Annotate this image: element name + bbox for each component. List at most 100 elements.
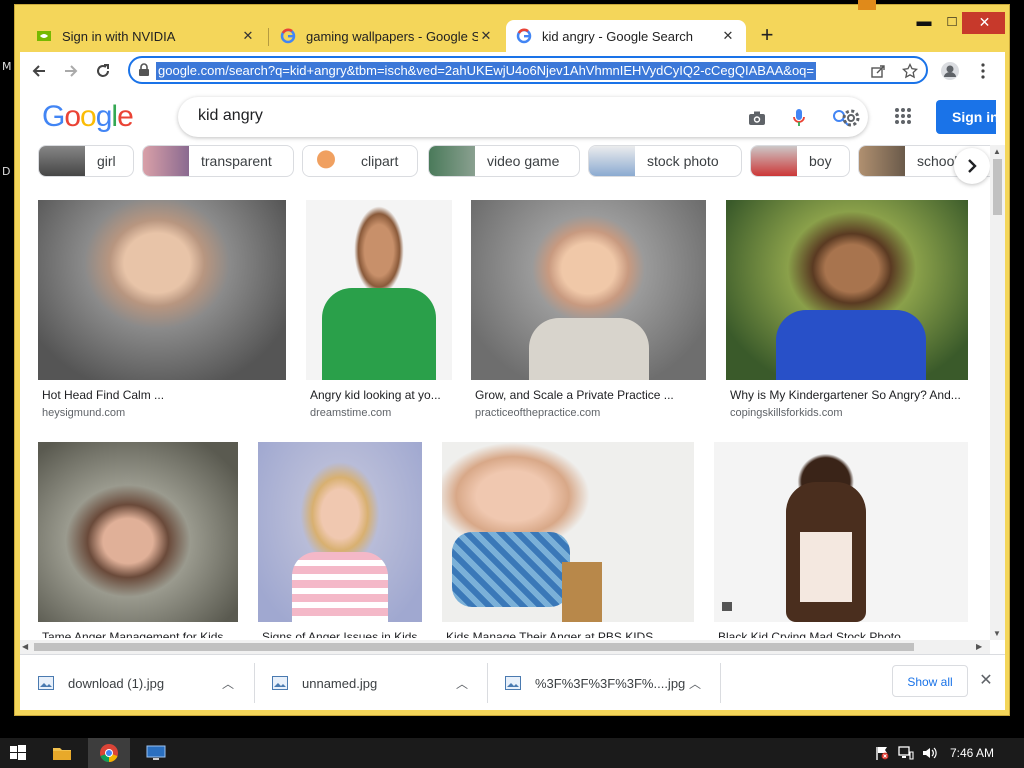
image-result[interactable]: Grow, and Scale a Private Practice ... p… — [471, 200, 706, 425]
google-logo[interactable]: Google — [42, 100, 134, 134]
back-button[interactable] — [26, 58, 52, 84]
image-results-grid: Hot Head Find Calm ... heysigmund.com An… — [20, 190, 990, 638]
remote-desktop-icon[interactable] — [136, 738, 176, 768]
image-result[interactable]: Angry kid looking at yo... dreamstime.co… — [306, 200, 452, 425]
vertical-scrollbar[interactable]: ▲ ▼ — [990, 145, 1005, 640]
start-button[interactable] — [0, 738, 36, 768]
close-shelf-icon[interactable]: ✕ — [976, 671, 996, 691]
image-result[interactable]: Why is My Kindergartener So Angry? And..… — [726, 200, 968, 425]
result-title[interactable]: Why is My Kindergartener So Angry? And..… — [730, 388, 966, 402]
address-bar[interactable]: google.com/search?q=kid+angry&tbm=isch&v… — [128, 56, 928, 84]
download-item[interactable]: %3F%3F%3F%3F%....jpg ︿ — [487, 655, 705, 710]
url-text[interactable]: google.com/search?q=kid+angry&tbm=isch&v… — [156, 62, 817, 80]
chevron-up-icon[interactable]: ︿ — [218, 675, 238, 692]
scroll-left-icon[interactable]: ◀ — [22, 642, 28, 651]
chevron-up-icon[interactable]: ︿ — [685, 675, 705, 692]
kebab-menu-icon[interactable] — [971, 59, 995, 83]
scrollbar-thumb[interactable] — [993, 159, 1002, 215]
result-image[interactable] — [442, 442, 694, 622]
image-result[interactable]: Signs of Anger Issues in Kids — [258, 442, 422, 638]
chips-next-button[interactable] — [954, 148, 990, 184]
chip-clipart[interactable]: clipart — [302, 145, 418, 177]
result-title[interactable]: Hot Head Find Calm ... — [42, 388, 282, 402]
image-result[interactable]: Black Kid Crying Mad Stock Photo — [714, 442, 968, 638]
share-icon[interactable] — [868, 61, 888, 81]
result-title[interactable]: Tame Anger Management for Kids — [42, 630, 238, 638]
file-explorer-icon[interactable] — [44, 738, 80, 768]
result-title[interactable]: Black Kid Crying Mad Stock Photo — [718, 630, 966, 638]
chip-girl[interactable]: girl — [38, 145, 134, 177]
search-box[interactable]: kid angry — [178, 97, 868, 137]
chip-thumbnail — [143, 146, 189, 176]
tab-gaming-wallpapers[interactable]: gaming wallpapers - Google Sea ✕ — [270, 20, 504, 52]
flag-icon[interactable] — [874, 745, 890, 761]
profile-icon[interactable] — [938, 59, 962, 83]
scroll-right-icon[interactable]: ▶ — [976, 642, 982, 651]
chip-stock-photo[interactable]: stock photo — [588, 145, 742, 177]
windows-icon — [10, 745, 26, 760]
scrollbar-thumb[interactable] — [34, 643, 914, 651]
logo-letter: o — [80, 100, 97, 133]
gear-icon[interactable] — [840, 107, 862, 134]
horizontal-scrollbar[interactable]: ◀ ▶ — [20, 640, 990, 654]
download-item[interactable]: download (1).jpg ︿ — [20, 655, 238, 710]
close-icon[interactable]: ✕ — [478, 28, 494, 44]
volume-icon[interactable] — [922, 745, 938, 761]
arrow-left-icon — [32, 65, 45, 77]
result-image[interactable] — [471, 200, 706, 380]
image-file-icon — [38, 676, 54, 690]
sign-in-button[interactable]: Sign in — [936, 100, 996, 134]
chip-video-game[interactable]: video game — [428, 145, 580, 177]
chip-transparent[interactable]: transparent — [142, 145, 294, 177]
result-image[interactable] — [726, 200, 968, 380]
show-all-button[interactable]: Show all — [892, 665, 968, 697]
result-image[interactable] — [258, 442, 422, 622]
tab-kid-angry[interactable]: kid angry - Google Search ✕ — [506, 20, 746, 52]
close-icon[interactable]: ✕ — [240, 28, 256, 44]
result-image[interactable] — [38, 442, 238, 622]
microphone-icon[interactable] — [788, 107, 810, 129]
scroll-down-icon[interactable]: ▼ — [993, 629, 1001, 638]
tab-divider — [268, 28, 269, 46]
search-input[interactable]: kid angry — [198, 107, 263, 125]
forward-button[interactable] — [58, 58, 84, 84]
new-tab-button[interactable]: + — [755, 24, 779, 48]
reload-icon — [97, 64, 109, 77]
image-file-icon — [272, 676, 288, 690]
related-search-chips: girl transparent clipart video game stoc… — [20, 145, 990, 183]
browser-toolbar: google.com/search?q=kid+angry&tbm=isch&v… — [20, 52, 1005, 90]
clock[interactable]: 7:46 AM — [950, 746, 994, 760]
chrome-taskbar-icon[interactable] — [88, 738, 130, 768]
image-result[interactable]: Hot Head Find Calm ... heysigmund.com — [38, 200, 286, 425]
apps-grid-icon[interactable] — [894, 107, 912, 130]
window-close-button[interactable]: ✕ — [962, 12, 1005, 34]
download-item[interactable]: unnamed.jpg ︿ — [254, 655, 472, 710]
chip-label: stock photo — [647, 153, 719, 169]
star-icon[interactable] — [900, 61, 920, 81]
download-filename: %3F%3F%3F%3F%....jpg — [535, 675, 685, 691]
result-image[interactable] — [714, 442, 968, 622]
network-icon[interactable] — [898, 745, 914, 761]
result-title[interactable]: Angry kid looking at yo... — [310, 388, 450, 402]
result-image[interactable] — [38, 200, 286, 380]
chip-boy[interactable]: boy — [750, 145, 850, 177]
reload-button[interactable] — [90, 58, 116, 84]
browser-window: Sign in with NVIDIA ✕ gaming wallpapers … — [20, 12, 1005, 710]
scroll-up-icon[interactable]: ▲ — [993, 147, 1001, 156]
result-title[interactable]: Kids Manage Their Anger at PBS KIDS — [446, 630, 694, 638]
image-result[interactable]: Kids Manage Their Anger at PBS KIDS — [442, 442, 694, 638]
result-title[interactable]: Signs of Anger Issues in Kids — [262, 630, 422, 638]
minimize-button[interactable]: ▬ — [910, 12, 938, 34]
image-result[interactable]: Tame Anger Management for Kids — [38, 442, 238, 638]
chip-thumbnail — [751, 146, 797, 176]
chip-label: clipart — [361, 153, 399, 169]
result-image[interactable] — [306, 200, 452, 380]
tab-nvidia[interactable]: Sign in with NVIDIA ✕ — [26, 20, 266, 52]
tab-title: kid angry - Google Search — [542, 28, 694, 44]
download-filename: download (1).jpg — [68, 675, 165, 691]
window-accent — [858, 0, 876, 10]
chevron-up-icon[interactable]: ︿ — [452, 675, 472, 692]
camera-icon[interactable] — [746, 107, 768, 129]
close-icon[interactable]: ✕ — [720, 28, 736, 44]
result-title[interactable]: Grow, and Scale a Private Practice ... — [475, 388, 703, 402]
